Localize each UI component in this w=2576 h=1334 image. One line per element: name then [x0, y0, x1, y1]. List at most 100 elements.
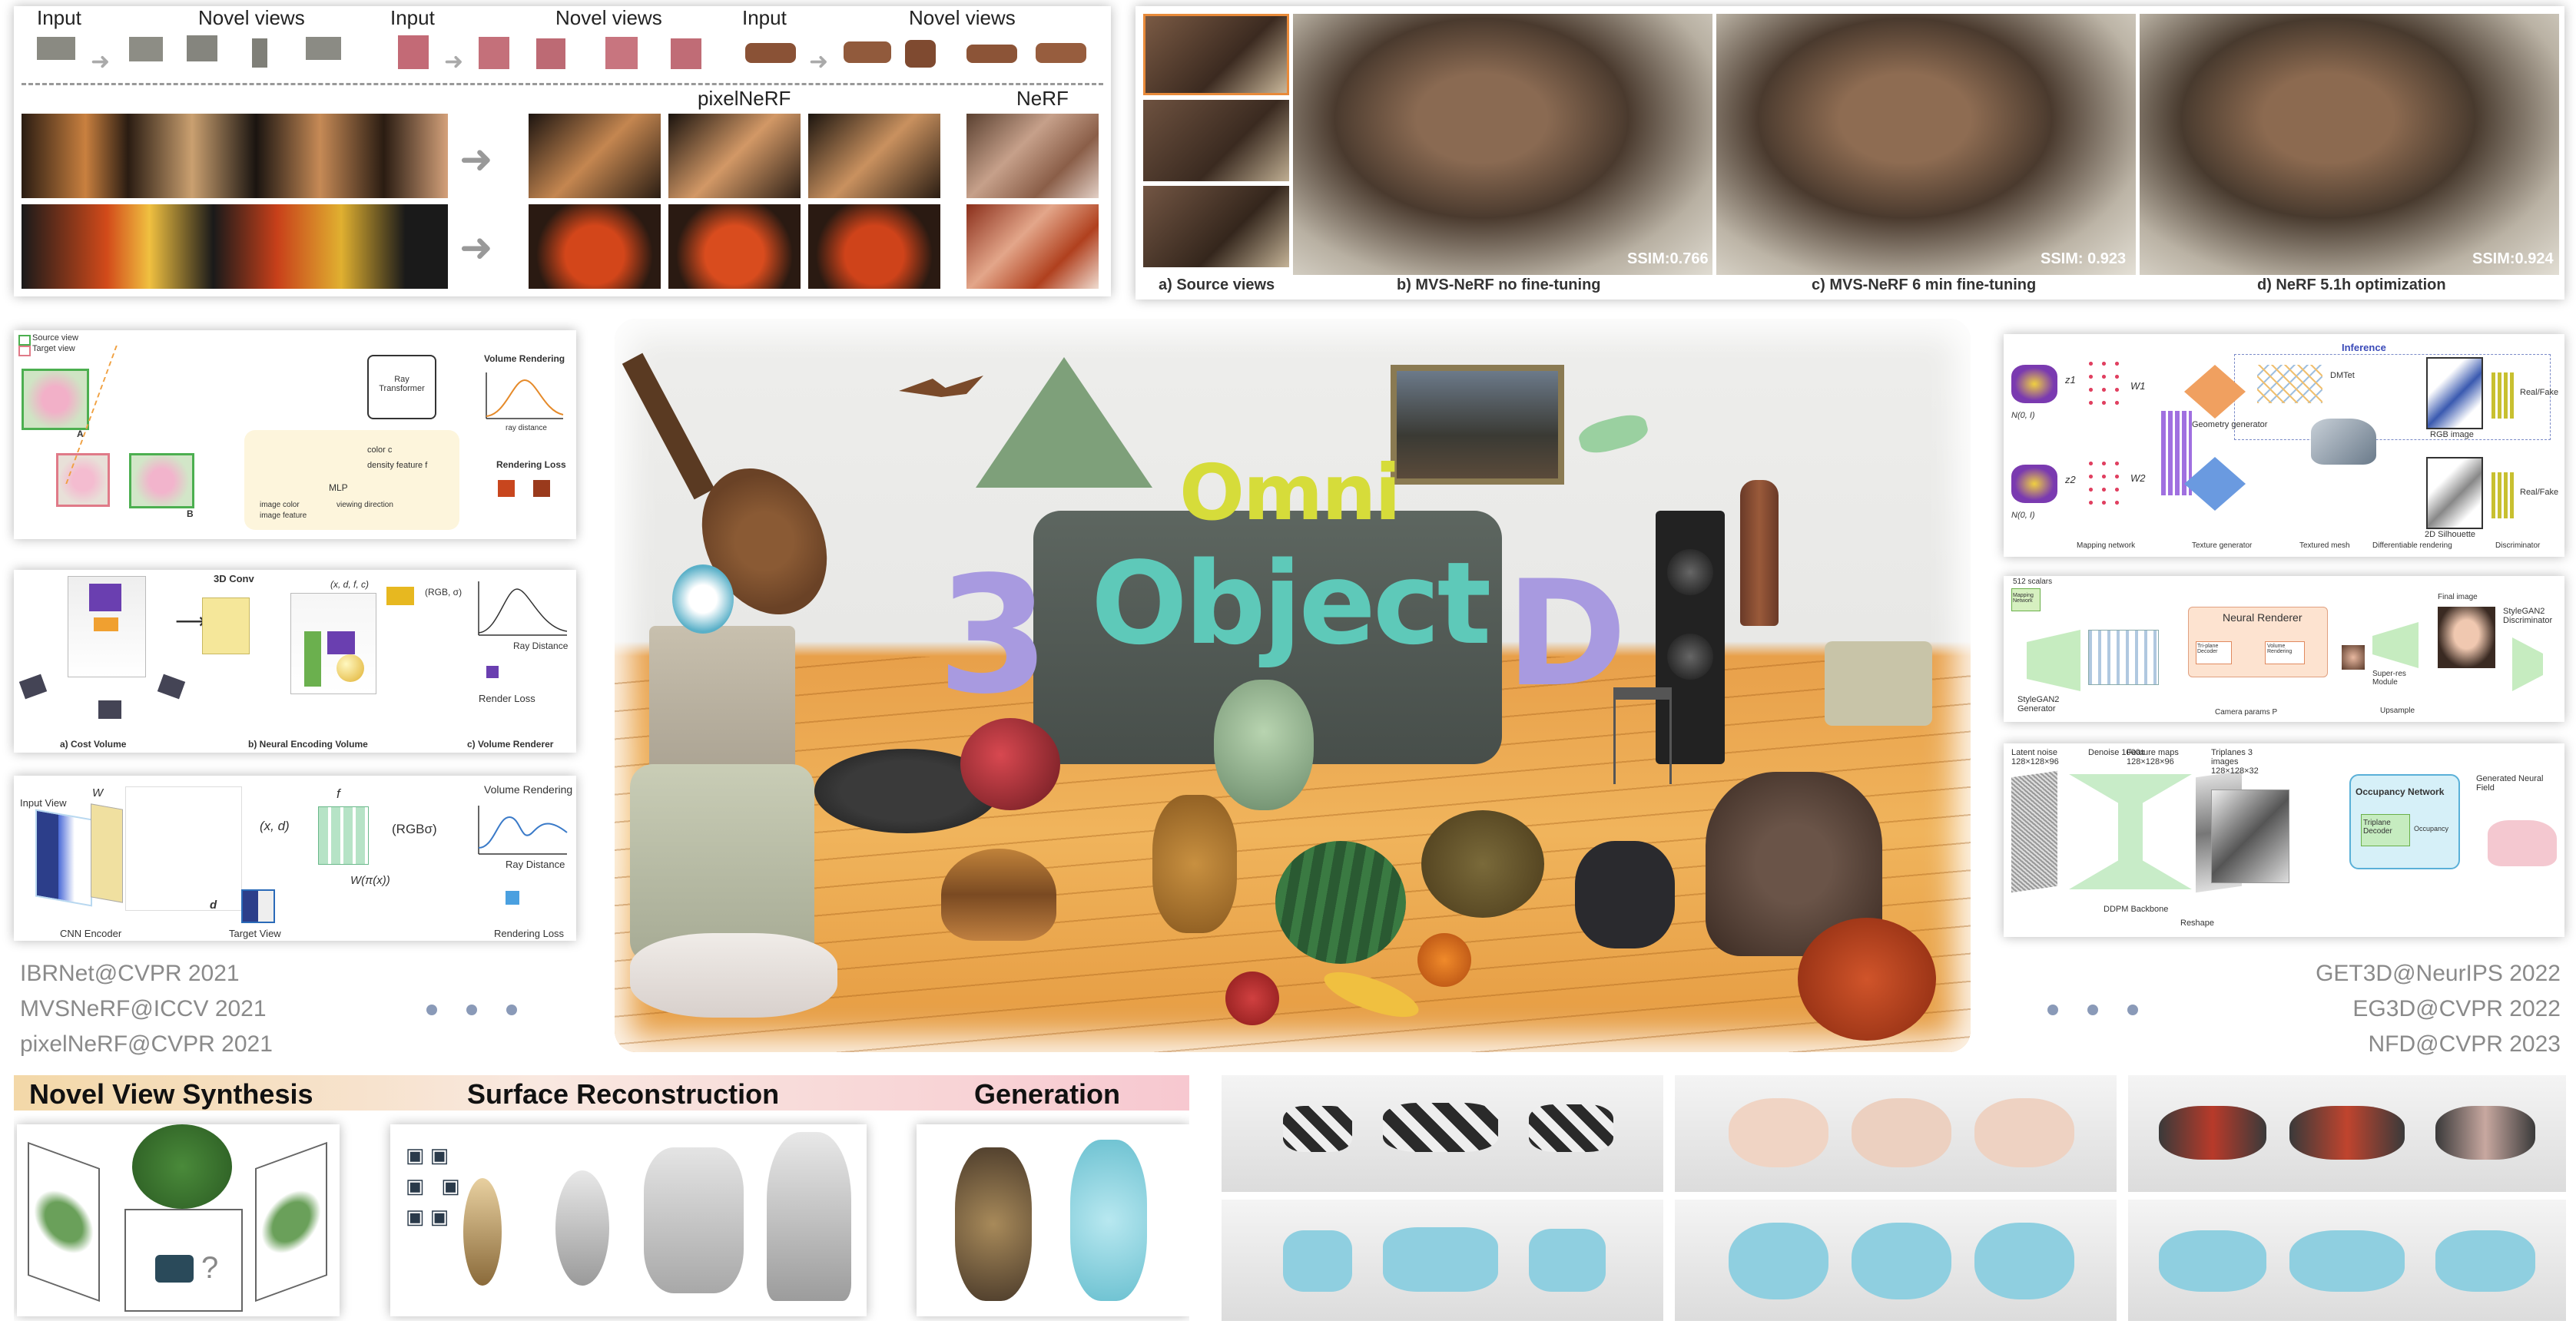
source-view-1 — [1143, 14, 1289, 95]
ellipsis-dot — [2047, 1005, 2058, 1015]
kite-object — [976, 357, 1152, 488]
building-pixelnerf-1 — [529, 114, 661, 198]
hero-title-3: 3 — [937, 541, 1050, 730]
building-nerf — [966, 114, 1099, 198]
cow-mesh-3 — [1529, 1229, 1606, 1292]
chair-view — [605, 37, 638, 69]
conv-3d-label: 3D Conv — [214, 573, 254, 584]
building-pixelnerf-2 — [668, 114, 801, 198]
conv-block — [202, 597, 250, 654]
backpack-mesh — [644, 1147, 744, 1293]
source-view-2 — [1143, 100, 1289, 181]
render-loss-label: Render Loss — [479, 693, 535, 704]
watermelon-object — [1275, 841, 1406, 964]
discriminator-block — [2512, 637, 2543, 691]
mapping-network-2 — [2084, 457, 2123, 511]
volume-rendering-curve — [486, 372, 564, 419]
mapping-network-label: Mapping Network — [2013, 593, 2034, 604]
input-label-3: Input — [742, 6, 787, 29]
get3d-diagram: Inference z1 z2 N(0, I) N(0, I) W1 W2 DM… — [2004, 334, 2564, 557]
input-view-label: Input View — [20, 797, 67, 809]
caption-cost-volume: a) Cost Volume — [60, 739, 127, 750]
volume-rendering-label: Volume Rendering — [2267, 644, 2293, 654]
mvsnerf-results-panel: SSIM:0.766 SSIM: 0.923 SSIM:0.924 a) Sou… — [1135, 6, 2564, 300]
pig-mesh-2 — [1852, 1223, 1951, 1299]
pineapple-object — [1152, 795, 1237, 933]
arrow-icon: ➜ — [809, 49, 829, 74]
upsample-label: Upsample — [2380, 707, 2415, 715]
real-fake-label-2: Real/Fake — [2520, 488, 2559, 497]
caption-c: c) MVS-NeRF 6 min fine-tuning — [1812, 276, 2037, 293]
gaussian-1 — [2011, 365, 2057, 403]
onion-object — [960, 718, 1060, 810]
mapping-network-label: Mapping network — [2077, 541, 2136, 550]
final-image-label: Final image — [2438, 593, 2478, 601]
d-label: d — [210, 899, 217, 912]
camera-icon — [155, 1255, 194, 1283]
citation-eg3d: EG3D@CVPR 2022 — [2352, 996, 2561, 1021]
question-mark: ? — [201, 1251, 219, 1285]
cows-textured — [1222, 1075, 1663, 1192]
mlp-bars — [318, 806, 369, 865]
target-view-image — [241, 889, 275, 923]
xd-label: (x, d) — [260, 819, 290, 833]
cow-mesh-2 — [1383, 1227, 1498, 1292]
pig-2 — [1852, 1098, 1951, 1167]
shell-mesh — [555, 1170, 609, 1286]
pixelnerf-render-curve — [478, 806, 568, 855]
novel-views-label-1: Novel views — [198, 6, 305, 29]
citation-ibrnet: IBRNet@CVPR 2021 — [20, 961, 240, 986]
nerf-column-label: NeRF — [1016, 87, 1069, 110]
shell-photo — [463, 1178, 502, 1286]
pumpkin-pixelnerf-1 — [529, 204, 661, 289]
arrow-icon: ➜ — [459, 137, 493, 182]
table-object — [37, 37, 75, 60]
shoes-object — [630, 933, 837, 1018]
novel-view-synthesis-title: Novel View Synthesis — [29, 1078, 313, 1110]
broccoli-left-view — [28, 1141, 100, 1303]
motorcycle-mesh-3 — [2435, 1230, 2535, 1292]
z1-label: z1 — [2065, 374, 2076, 386]
elephant-object — [1575, 841, 1675, 948]
pumpkin-input-images — [22, 204, 448, 289]
chair-object — [398, 35, 429, 69]
tasks-panel: Novel View Synthesis Surface Reconstruct… — [14, 1075, 1189, 1321]
generation-title: Generation — [974, 1078, 1121, 1110]
mlp-label: MLP — [329, 482, 348, 493]
color-label: color c — [367, 445, 393, 455]
rendered-rgb — [2426, 357, 2483, 429]
texture-generator — [2184, 457, 2246, 511]
discriminator-label: StyleGAN2 Discriminator — [2503, 607, 2553, 625]
rgb-sigma-label: (RGBσ) — [392, 822, 437, 836]
pig-mesh-1 — [1729, 1223, 1828, 1299]
penguin-toy-object — [1214, 680, 1314, 810]
novel-view-card: ? — [17, 1124, 340, 1316]
w1-label: W1 — [2130, 380, 2146, 392]
sofa-view — [966, 45, 1017, 63]
rendering-loss-title: Rendering Loss — [496, 459, 566, 470]
chair-view — [536, 38, 565, 69]
right-citations: GET3D@NeurIPS 2022 EG3D@CVPR 2022 NFD@CV… — [2316, 956, 2561, 1062]
source-view-legend-swatch — [18, 335, 31, 346]
latent-label: 512 scalars — [2013, 578, 2053, 586]
triplanes-label: Triplanes 3 images 128×128×32 — [2211, 748, 2259, 776]
ibrnet-diagram: Source view Target view A B Ray Transfor… — [14, 330, 576, 539]
label-b: B — [187, 508, 194, 519]
ellipsis-dot — [506, 1005, 517, 1015]
motorcycle-mesh-2 — [2289, 1230, 2405, 1292]
triplane-image — [2211, 789, 2289, 883]
neural-renderer-label: Neural Renderer — [2223, 611, 2302, 624]
noise-image — [2011, 770, 2057, 893]
guitar-object — [622, 353, 715, 500]
super-res-module — [2372, 622, 2419, 668]
table-view — [252, 38, 267, 68]
ray-distance-label: ray distance — [506, 424, 547, 432]
geometry-generator-label: Geometry generator — [2192, 420, 2268, 429]
pig-1 — [1729, 1098, 1828, 1167]
legend-source-view: Source view — [32, 333, 78, 343]
motorcycle-1 — [2159, 1106, 2266, 1160]
nfd-diagram: Latent noise 128×128×96 Denoise 1000x DD… — [2004, 743, 2564, 937]
raw-face-image — [2342, 645, 2365, 670]
rgb-image-label: RGB image — [2430, 430, 2474, 439]
caption-neural-encoding: b) Neural Encoding Volume — [248, 739, 368, 750]
